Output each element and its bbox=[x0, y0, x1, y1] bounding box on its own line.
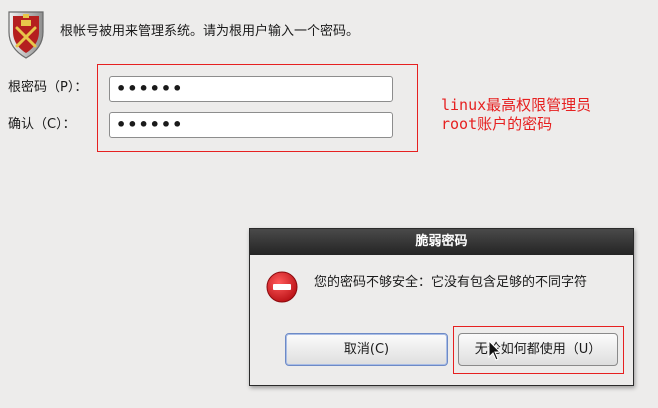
app-icon bbox=[5, 6, 47, 60]
intro-text: 根帐号被用来管理系统。请为根用户输入一个密码。 bbox=[60, 24, 360, 39]
shield-emblem-icon bbox=[8, 11, 44, 59]
error-icon bbox=[266, 271, 298, 303]
mouse-cursor-icon bbox=[488, 339, 502, 362]
annotation-box-button bbox=[453, 326, 624, 374]
confirm-password-label: 确认（C）： bbox=[8, 117, 76, 132]
cancel-button[interactable]: 取消(C) bbox=[285, 333, 448, 366]
annotation-note: linux最高权限管理员 root账户的密码 bbox=[441, 96, 592, 133]
annotation-box-fields bbox=[97, 64, 418, 152]
root-password-label: 根密码（P）： bbox=[8, 80, 88, 95]
dialog-title: 脆弱密码 bbox=[250, 229, 633, 255]
dialog-message: 您的密码不够安全：它没有包含足够的不同字符 bbox=[314, 275, 588, 290]
